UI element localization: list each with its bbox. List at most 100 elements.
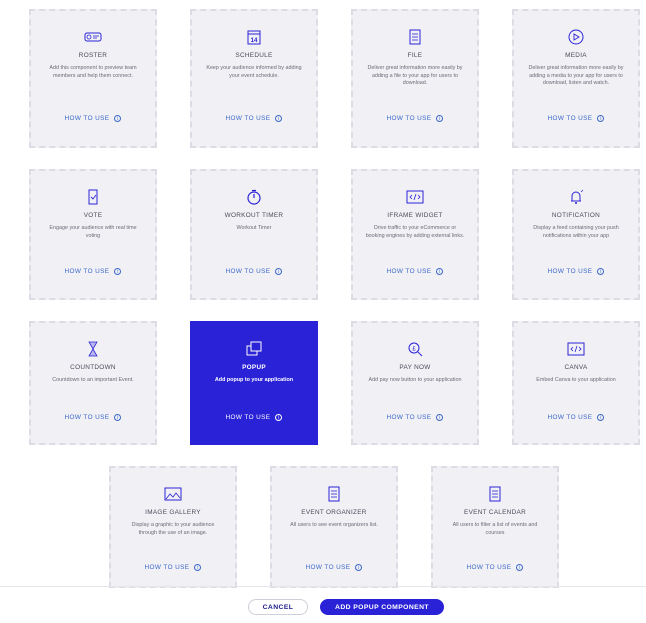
- component-card-workout-timer[interactable]: WORKOUT TIMER Workout Timer HOW TO USE i: [190, 169, 318, 300]
- component-title: EVENT ORGANIZER: [301, 509, 367, 516]
- how-to-use-label: HOW TO USE: [547, 115, 593, 122]
- how-to-use-label: HOW TO USE: [386, 268, 432, 275]
- footer-divider: [0, 586, 646, 587]
- component-description: Engage your audience with real time voti…: [49, 225, 137, 239]
- component-description: Countdown to an important Event.: [52, 377, 134, 383]
- component-title: CANVA: [564, 364, 588, 371]
- pay-icon: £: [408, 342, 423, 357]
- how-to-use-link[interactable]: HOW TO USE i: [272, 564, 396, 571]
- component-title: IMAGE GALLERY: [145, 509, 201, 516]
- component-title: PAY NOW: [399, 364, 431, 371]
- popup-icon: [246, 341, 262, 356]
- calendar-day-text: 14: [251, 38, 258, 44]
- how-to-use-link[interactable]: HOW TO USE i: [514, 268, 638, 275]
- component-title: WORKOUT TIMER: [224, 212, 284, 219]
- bell-icon: [571, 189, 584, 204]
- info-icon: i: [194, 564, 202, 571]
- component-title: POPUP: [242, 364, 266, 371]
- how-to-use-link[interactable]: HOW TO USE i: [433, 564, 557, 571]
- component-description: Embed Canva to your application: [536, 377, 616, 383]
- component-description: Deliver great information more easily by…: [367, 65, 463, 87]
- component-card-iframe-widget[interactable]: IFRAME WIDGET Drive traffic to your eCom…: [351, 169, 479, 300]
- component-card-popup[interactable]: POPUP Add popup to your application HOW …: [190, 321, 318, 445]
- file-icon: [409, 29, 421, 45]
- info-icon: i: [275, 268, 283, 275]
- info-icon: i: [114, 115, 122, 122]
- component-card-media[interactable]: MEDIA Deliver great information more eas…: [512, 9, 640, 148]
- info-icon: i: [597, 414, 605, 421]
- component-description: All users to filter a list of events and…: [452, 522, 538, 536]
- code-icon: [567, 342, 585, 356]
- component-card-vote[interactable]: VOTE Engage your audience with real time…: [29, 169, 157, 300]
- how-to-use-label: HOW TO USE: [547, 414, 593, 421]
- how-to-use-label: HOW TO USE: [225, 268, 271, 275]
- how-to-use-link[interactable]: HOW TO USE i: [353, 268, 477, 275]
- how-to-use-link[interactable]: HOW TO USE i: [192, 115, 316, 122]
- component-card-canva[interactable]: CANVA Embed Canva to your application HO…: [512, 321, 640, 445]
- component-title: NOTIFICATION: [551, 212, 601, 219]
- list-icon: [489, 486, 501, 502]
- how-to-use-link[interactable]: HOW TO USE i: [192, 414, 316, 421]
- hourglass-icon: [88, 341, 98, 357]
- image-icon: [164, 487, 182, 501]
- component-card-event-calendar[interactable]: EVENT CALENDAR All users to filter a lis…: [431, 466, 559, 588]
- how-to-use-label: HOW TO USE: [547, 268, 593, 275]
- add-component-button[interactable]: ADD POPUP COMPONENT: [320, 599, 444, 615]
- how-to-use-label: HOW TO USE: [64, 115, 110, 122]
- info-icon: i: [114, 268, 122, 275]
- component-description: Add popup to your application: [214, 377, 294, 383]
- component-card-roster[interactable]: ROSTER Add this component to preview tea…: [29, 9, 157, 148]
- vote-icon: [88, 189, 98, 205]
- roster-icon: [84, 32, 102, 42]
- info-icon: i: [516, 564, 524, 571]
- how-to-use-link[interactable]: HOW TO USE i: [31, 115, 155, 122]
- how-to-use-link[interactable]: HOW TO USE i: [353, 414, 477, 421]
- how-to-use-link[interactable]: HOW TO USE i: [192, 268, 316, 275]
- component-description: Add pay now button to your application: [368, 377, 462, 383]
- svg-text:£: £: [412, 347, 416, 353]
- component-card-image-gallery[interactable]: IMAGE GALLERY Display a graphic to your …: [109, 466, 237, 588]
- how-to-use-link[interactable]: HOW TO USE i: [111, 564, 235, 571]
- how-to-use-label: HOW TO USE: [386, 414, 432, 421]
- component-description: Deliver great information more easily by…: [528, 65, 624, 87]
- component-card-schedule[interactable]: 14 SCHEDULE Keep your audience informed …: [190, 9, 318, 148]
- info-icon: i: [114, 414, 122, 421]
- component-title: COUNTDOWN: [70, 364, 116, 371]
- play-icon: [568, 29, 584, 45]
- how-to-use-label: HOW TO USE: [64, 268, 110, 275]
- component-card-pay-now[interactable]: £ PAY NOW Add pay now button to your app…: [351, 321, 479, 445]
- component-description: Add this component to preview team membe…: [49, 65, 137, 79]
- stopwatch-icon: [247, 189, 261, 205]
- component-card-notification[interactable]: NOTIFICATION Display a feed containing y…: [512, 169, 640, 300]
- info-icon: i: [275, 115, 283, 122]
- cancel-button[interactable]: CANCEL: [248, 599, 308, 615]
- component-card-file[interactable]: FILE Deliver great information more easi…: [351, 9, 479, 148]
- component-title: MEDIA: [565, 52, 587, 59]
- how-to-use-label: HOW TO USE: [144, 564, 190, 571]
- code-icon: [406, 190, 424, 204]
- how-to-use-link[interactable]: HOW TO USE i: [353, 115, 477, 122]
- how-to-use-link[interactable]: HOW TO USE i: [514, 414, 638, 421]
- how-to-use-label: HOW TO USE: [386, 115, 432, 122]
- info-icon: i: [275, 414, 283, 421]
- how-to-use-link[interactable]: HOW TO USE i: [31, 268, 155, 275]
- component-title: EVENT CALENDAR: [464, 509, 526, 516]
- component-description: Workout Timer: [236, 225, 272, 231]
- component-title: FILE: [407, 52, 423, 59]
- info-icon: i: [597, 115, 605, 122]
- component-title: ROSTER: [78, 52, 108, 59]
- calendar-icon: 14: [247, 30, 261, 45]
- how-to-use-link[interactable]: HOW TO USE i: [514, 115, 638, 122]
- how-to-use-label: HOW TO USE: [225, 115, 271, 122]
- how-to-use-link[interactable]: HOW TO USE i: [31, 414, 155, 421]
- info-icon: i: [355, 564, 363, 571]
- component-description: Keep your audience informed by adding yo…: [206, 65, 302, 79]
- component-title: VOTE: [83, 212, 103, 219]
- info-icon: i: [597, 268, 605, 275]
- component-card-countdown[interactable]: COUNTDOWN Countdown to an important Even…: [29, 321, 157, 445]
- list-icon: [328, 486, 340, 502]
- info-icon: i: [436, 268, 444, 275]
- component-card-event-organizer[interactable]: EVENT ORGANIZER All users to see event o…: [270, 466, 398, 588]
- how-to-use-label: HOW TO USE: [225, 414, 271, 421]
- component-title: IFRAME WIDGET: [387, 212, 443, 219]
